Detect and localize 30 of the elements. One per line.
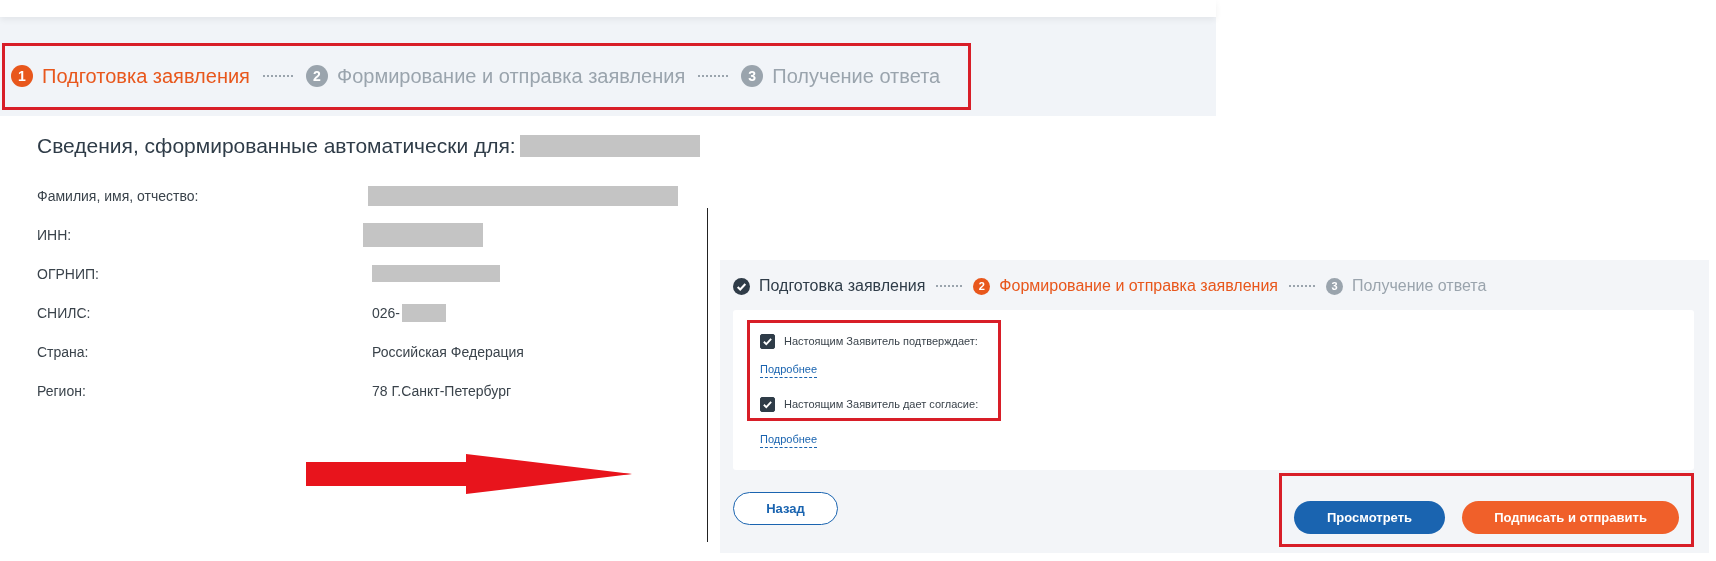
step-label: Формирование и отправка заявления — [999, 277, 1278, 295]
field-label: СНИЛС: — [37, 303, 92, 323]
field-label: Фамилия, имя, отчество: — [37, 186, 200, 206]
step-number: 3 — [1326, 277, 1343, 295]
step-number: 1 — [11, 65, 33, 88]
back-button[interactable]: Назад — [733, 492, 838, 525]
checkbox-label: Настоящим Заявитель дает согласие: — [784, 398, 979, 410]
step-number: 2 — [973, 277, 991, 295]
sign-and-send-button[interactable]: Подписать и отправить — [1462, 501, 1679, 534]
preview-button[interactable]: Просмотреть — [1294, 501, 1445, 534]
step-label: Подготовка заявления — [42, 64, 250, 88]
checkbox[interactable] — [760, 333, 775, 349]
field-label: Страна: — [37, 342, 90, 362]
step-label: Получение ответа — [772, 64, 941, 88]
field-label: Регион: — [37, 381, 87, 401]
checkbox-label: Настоящим Заявитель подтверждает: — [784, 335, 978, 347]
field-value: 026- — [372, 304, 401, 321]
step-number: 3 — [741, 65, 764, 88]
details-link[interactable]: Подробнее — [760, 433, 818, 448]
field-label: ИНН: — [37, 225, 73, 245]
step-label: Формирование и отправка заявления — [336, 64, 686, 88]
details-link[interactable]: Подробнее — [760, 363, 818, 378]
step-number: 2 — [305, 65, 328, 88]
step-label: Подготовка заявления — [759, 277, 926, 295]
field-label: ОГРНИП: — [37, 264, 100, 284]
step-label: Получение ответа — [1352, 277, 1487, 295]
field-value: 78 Г.Санкт-Петербург — [372, 382, 512, 399]
field-value: Российская Федерация — [372, 343, 524, 360]
checkbox[interactable] — [760, 396, 775, 412]
section-title: Сведения, сформированные автоматически для: — [37, 134, 516, 158]
